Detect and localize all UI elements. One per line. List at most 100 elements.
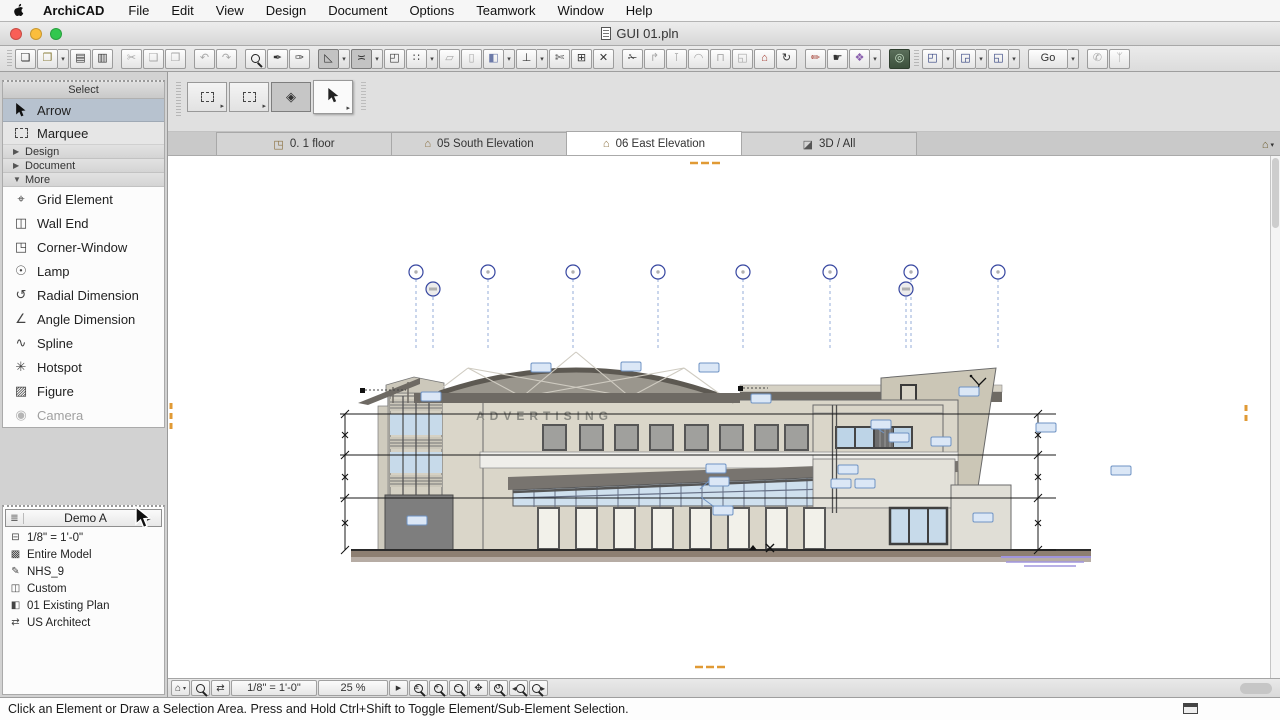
tool-spline[interactable]: ∿Spline — [3, 331, 164, 355]
menu-file[interactable]: File — [128, 3, 149, 18]
tool-grid-element[interactable]: ⌖Grid Element — [3, 187, 164, 211]
menu-design[interactable]: Design — [266, 3, 306, 18]
quick-option-structure-display[interactable]: ▩Entire Model — [3, 546, 164, 563]
toolbar-drag-handle[interactable] — [7, 50, 12, 68]
open-file-dropdown[interactable]: ▾ — [58, 49, 69, 69]
tool-marquee[interactable]: Marquee — [3, 122, 164, 145]
marker-button[interactable]: ✏ — [805, 49, 826, 69]
menu-help[interactable]: Help — [626, 3, 653, 18]
adjust-button[interactable]: ↱ — [644, 49, 665, 69]
menu-teamwork[interactable]: Teamwork — [476, 3, 535, 18]
tab-floor-plan[interactable]: ◳0. 1 floor — [216, 132, 392, 155]
apple-icon[interactable] — [12, 3, 25, 18]
vertical-scrollbar-thumb[interactable] — [1272, 158, 1279, 228]
fit-in-window-button[interactable]: ↺ — [489, 680, 508, 696]
editing-plane-button[interactable]: ▱ — [439, 49, 460, 69]
snap-guides-button[interactable]: ≍ — [351, 49, 372, 69]
undo-button[interactable]: ↶ — [194, 49, 215, 69]
menu-window[interactable]: Window — [558, 3, 604, 18]
zoom-percent-button[interactable]: 25 % — [318, 680, 388, 696]
tool-corner-window[interactable]: ◳Corner-Window — [3, 235, 164, 259]
snap-guides-dropdown[interactable]: ▾ — [372, 49, 383, 69]
tool-wall-end[interactable]: ◫Wall End — [3, 211, 164, 235]
dimension-ruler-button[interactable]: ⊞ — [571, 49, 592, 69]
guide-lines-button[interactable]: ◺ — [318, 49, 339, 69]
gravity-button[interactable]: ⊥ — [516, 49, 537, 69]
tool-arrow[interactable]: Arrow — [3, 99, 164, 122]
app-menu[interactable]: ArchiCAD — [43, 3, 104, 18]
marquee-options-button[interactable]: ∷ — [406, 49, 427, 69]
vertical-plane-button[interactable]: ▯ — [461, 49, 482, 69]
window-layout-2-dropdown[interactable]: ▾ — [976, 49, 987, 69]
toolbox-group-design[interactable]: ▶ Design — [3, 145, 164, 159]
open-file-button[interactable]: ❐ — [37, 49, 58, 69]
new-document-button[interactable]: ❏ — [15, 49, 36, 69]
tool-lamp[interactable]: ☉Lamp — [3, 259, 164, 283]
copy-button[interactable]: ❑ — [143, 49, 164, 69]
tool-hotspot[interactable]: ✳Hotspot — [3, 355, 164, 379]
next-zoom-button[interactable]: ▸ — [529, 680, 548, 696]
quick-selection-button[interactable]: ◈ — [271, 82, 311, 112]
suspend-groups-button[interactable]: ✄ — [549, 49, 570, 69]
building-elevation[interactable]: ADVERTISING — [358, 352, 1011, 551]
guide-lines-dropdown[interactable]: ▾ — [339, 49, 350, 69]
window-layout-2-button[interactable]: ◲ — [955, 49, 976, 69]
tool-radial-dimension[interactable]: ↺Radial Dimension — [3, 283, 164, 307]
teamwork-button[interactable]: ◎ — [889, 49, 910, 69]
print-button[interactable]: ▥ — [92, 49, 113, 69]
intersect-button[interactable]: ⊓ — [710, 49, 731, 69]
modify-home-button[interactable]: ⌂ — [754, 49, 775, 69]
pick-up-parameters-button[interactable]: ✒ — [267, 49, 288, 69]
redo-button[interactable]: ↷ — [216, 49, 237, 69]
save-button[interactable]: ▤ — [70, 49, 91, 69]
infobox-drag-handle[interactable] — [176, 82, 181, 116]
photorender-dropdown[interactable]: ▾ — [870, 49, 881, 69]
panel-toggle-icon[interactable] — [1183, 703, 1198, 714]
active-tool-button[interactable]: ▸ — [313, 80, 353, 114]
toolbar-drag-handle-2[interactable] — [914, 50, 919, 68]
trim-button[interactable]: ✁ — [622, 49, 643, 69]
go-menu-dropdown[interactable]: ▾ — [1068, 49, 1079, 69]
paste-button[interactable]: ❒ — [165, 49, 186, 69]
scale-button[interactable]: 1/8" = 1'-0" — [231, 680, 317, 696]
previous-zoom-button[interactable]: ◂ — [509, 680, 528, 696]
chat-button[interactable]: ✆ — [1087, 49, 1108, 69]
quick-option-scale[interactable]: ⊟1/8" = 1'-0" — [3, 529, 164, 546]
grid-bubbles[interactable] — [409, 265, 1005, 296]
tab-south-elevation[interactable]: ⌂05 South Elevation — [391, 132, 567, 155]
tool-angle-dimension[interactable]: ∠Angle Dimension — [3, 307, 164, 331]
walk-mode-button[interactable]: ᛉ — [1109, 49, 1130, 69]
menu-document[interactable]: Document — [328, 3, 387, 18]
cursor-snap-button[interactable]: ◰ — [384, 49, 405, 69]
set-zoom-button[interactable]: ± — [409, 680, 428, 696]
marquee-method-button[interactable]: ▸ — [229, 82, 269, 112]
zoom-in-button[interactable]: + — [429, 680, 448, 696]
find-select-button[interactable] — [245, 49, 266, 69]
vertical-scrollbar[interactable] — [1270, 156, 1280, 678]
inject-parameters-button[interactable]: ✑ — [289, 49, 310, 69]
photorender-button[interactable]: ❖ — [849, 49, 870, 69]
trace-reference-button[interactable]: ◧ — [483, 49, 504, 69]
horizontal-scrollbar-thumb[interactable] — [1240, 683, 1272, 694]
fillet-button[interactable]: ◠ — [688, 49, 709, 69]
quick-options-toggle-button[interactable]: ⌂▾ — [171, 680, 190, 696]
go-menu-button[interactable]: Go — [1028, 49, 1068, 69]
window-layout-3-dropdown[interactable]: ▾ — [1009, 49, 1020, 69]
split-button[interactable]: ⊺ — [666, 49, 687, 69]
toolbox-group-more[interactable]: ▼ More — [3, 173, 164, 187]
cut-button[interactable]: ✂ — [121, 49, 142, 69]
window-layout-1-dropdown[interactable]: ▾ — [943, 49, 954, 69]
comment-button[interactable]: ☛ — [827, 49, 848, 69]
explode-button[interactable]: ✕ — [593, 49, 614, 69]
window-layout-3-button[interactable]: ◱ — [988, 49, 1009, 69]
selection-method-button[interactable]: ▸ — [187, 82, 227, 112]
quick-option-graphic-override[interactable]: ◧01 Existing Plan — [3, 597, 164, 614]
quick-options-header[interactable]: ≣ Demo A ▸ — [5, 509, 162, 527]
tab-east-elevation[interactable]: ⌂06 East Elevation — [566, 131, 742, 155]
tool-camera[interactable]: ◉Camera — [3, 403, 164, 427]
toolbox-group-document[interactable]: ▶ Document — [3, 159, 164, 173]
reset-orientation-button[interactable]: ⇄ — [211, 680, 230, 696]
tool-figure[interactable]: ▨Figure — [3, 379, 164, 403]
zoom-out-button[interactable]: − — [449, 680, 468, 696]
menu-view[interactable]: View — [216, 3, 244, 18]
